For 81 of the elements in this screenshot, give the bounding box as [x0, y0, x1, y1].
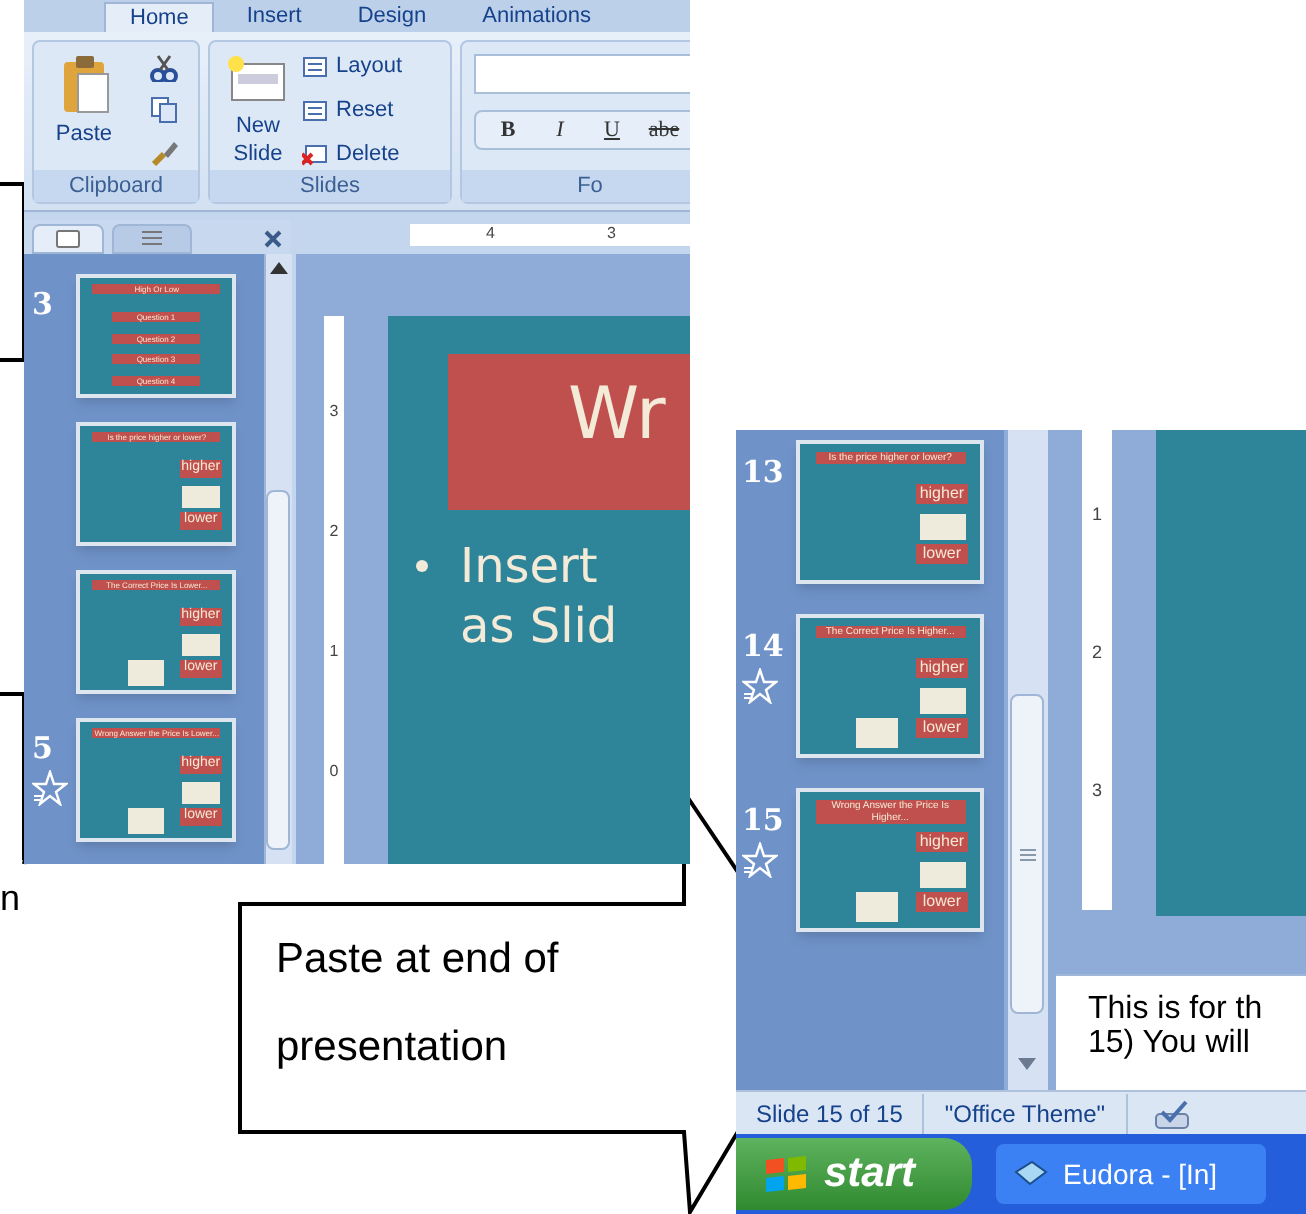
slide-number: 15 — [742, 800, 784, 842]
slide-answer: lower — [916, 544, 968, 565]
star-icon — [742, 668, 778, 704]
ribbon-tab[interactable]: Insert — [222, 2, 326, 32]
bullet-text: as Slid — [460, 596, 618, 656]
font-field[interactable] — [474, 54, 690, 94]
copy-icon — [150, 96, 180, 124]
delete-icon — [302, 143, 328, 165]
slides-tab[interactable] — [32, 224, 104, 254]
slide-number: 3 — [32, 284, 53, 326]
note-box — [182, 633, 221, 656]
note-box — [920, 861, 966, 887]
note-box — [182, 781, 221, 804]
note-box — [128, 660, 164, 686]
note-box — [856, 892, 898, 922]
scissors-icon — [150, 54, 180, 82]
down-arrow-icon — [1018, 1058, 1036, 1070]
notes-text: 15) You will — [1088, 1026, 1252, 1060]
slide-answer: higher — [916, 484, 968, 505]
grip-icon — [1019, 847, 1035, 861]
ribbon-tab[interactable]: Home — [104, 2, 215, 32]
start-button[interactable]: start — [736, 1138, 972, 1210]
layout-button[interactable]: Layout — [336, 49, 403, 83]
mail-app-icon — [1011, 1160, 1048, 1188]
scrollbar-thumb[interactable] — [1010, 694, 1044, 1014]
star-icon — [32, 770, 68, 806]
callout-text: Paste at end of presentation — [276, 934, 561, 1074]
slide-answer: higher — [916, 832, 968, 853]
slide-number: 13 — [742, 452, 784, 494]
group-label: Slides — [210, 170, 450, 202]
slide-icon — [56, 230, 80, 248]
outline-icon — [140, 230, 164, 248]
note-box — [856, 718, 898, 748]
ruler-label: 1 — [1091, 506, 1102, 524]
up-arrow-icon — [270, 262, 288, 274]
note-box — [920, 687, 966, 713]
ruler-label: 3 — [606, 224, 616, 246]
notes-text: This is for th — [1088, 992, 1265, 1026]
taskbar-button[interactable]: Eudora - [In] — [995, 1144, 1266, 1204]
note-box — [920, 513, 966, 539]
paste-button[interactable]: Paste — [46, 122, 122, 150]
ribbon-tab[interactable]: Design — [333, 2, 451, 32]
format-button[interactable]: I — [536, 112, 584, 148]
ribbon-tab[interactable]: Animations — [458, 2, 616, 32]
ruler-label: 4 — [486, 224, 495, 246]
star-icon — [742, 842, 778, 878]
new-slide-icon — [226, 54, 286, 102]
windows-logo-icon — [764, 1154, 808, 1194]
bullet-icon — [416, 560, 428, 572]
close-icon — [264, 230, 282, 248]
format-button[interactable]: B — [484, 112, 532, 148]
ruler-label: 3 — [1091, 782, 1102, 800]
spellcheck-icon — [1151, 1097, 1191, 1129]
note-box — [182, 485, 221, 508]
delete-button[interactable]: Delete — [336, 137, 400, 171]
layout-icon — [302, 55, 328, 77]
slide-title: Wr — [448, 354, 690, 510]
slide-number: 5 — [32, 728, 53, 770]
note-box — [128, 808, 164, 834]
format-button[interactable]: U — [588, 112, 636, 148]
ruler-label: 3 — [329, 404, 339, 420]
ruler-label: 0 — [329, 764, 339, 780]
group-label: Fo — [462, 170, 690, 202]
outline-tab[interactable] — [112, 224, 192, 254]
bullet-text: Insert — [460, 536, 598, 596]
slide-answer: lower — [916, 892, 968, 913]
scrollbar-thumb[interactable] — [266, 490, 290, 850]
reset-icon — [302, 99, 328, 121]
callout-text: n — [0, 880, 21, 916]
slide-answer: higher — [916, 658, 968, 679]
clipboard-icon — [62, 54, 110, 114]
ruler-label: 2 — [329, 524, 339, 540]
ruler-label: 2 — [1091, 644, 1102, 662]
new-slide-button[interactable]: New Slide — [218, 114, 298, 169]
ruler-label: 1 — [329, 644, 339, 660]
format-button[interactable]: abe — [640, 112, 688, 148]
brush-icon — [150, 138, 180, 166]
group-label: Clipboard — [34, 170, 198, 202]
slide-number: 14 — [742, 626, 784, 668]
slide-answer: lower — [916, 718, 968, 739]
reset-button[interactable]: Reset — [336, 93, 394, 127]
